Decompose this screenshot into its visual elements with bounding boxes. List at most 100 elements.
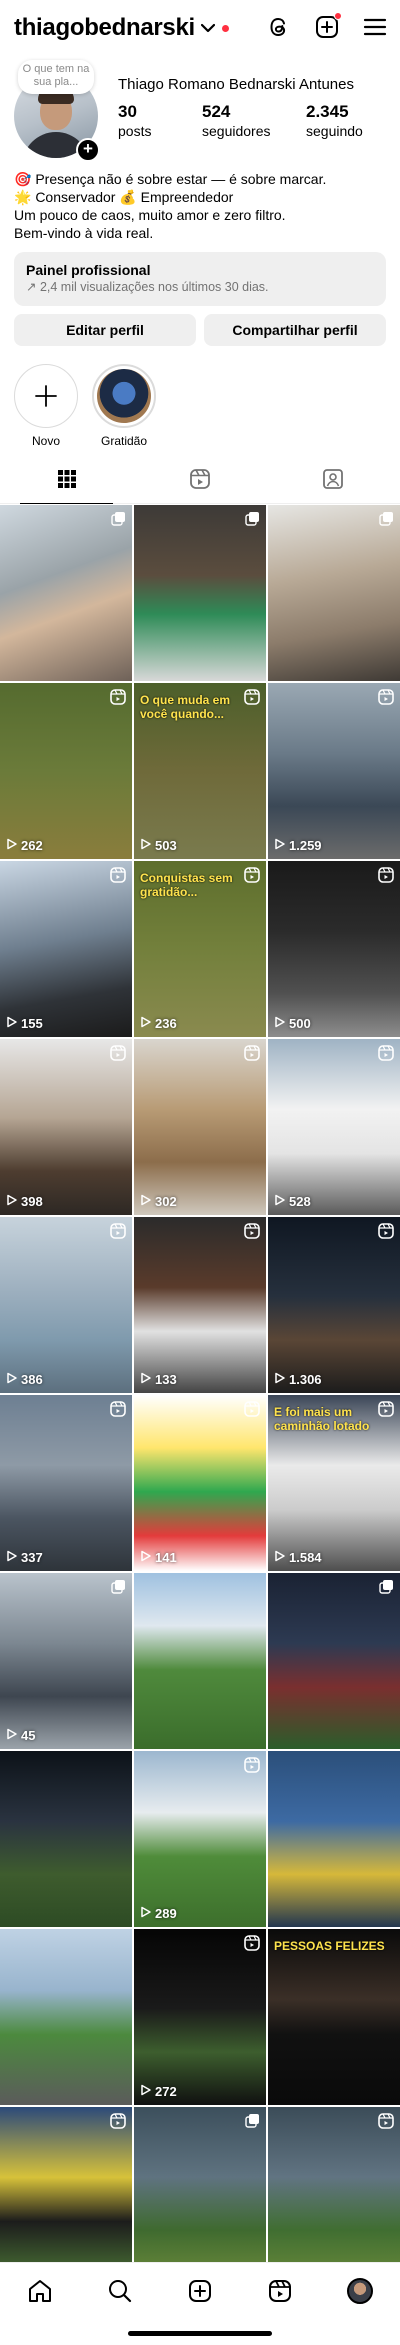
tab-posts-grid[interactable] (0, 460, 133, 504)
post-thumbnail[interactable]: 398 (0, 1039, 132, 1215)
post-thumbnail[interactable]: 302 (134, 1039, 266, 1215)
view-count: 528 (274, 1194, 311, 1209)
view-count: 141 (140, 1550, 177, 1565)
share-profile-button[interactable]: Compartilhar perfil (204, 314, 386, 346)
post-thumbnail[interactable]: 45 (0, 1573, 132, 1749)
post-thumbnail[interactable]: 337 (0, 1395, 132, 1571)
view-count-value: 386 (21, 1372, 43, 1387)
professional-dashboard[interactable]: Painel profissional ↗ 2,4 mil visualizaç… (14, 252, 386, 306)
view-count: 262 (6, 838, 43, 853)
post-thumbnail[interactable]: PESSOAS FELIZES (268, 1929, 400, 2105)
reel-icon (378, 2113, 394, 2129)
view-count: 236 (140, 1016, 177, 1031)
view-count-value: 133 (155, 1372, 177, 1387)
carousel-icon (379, 511, 394, 526)
reel-icon (378, 1223, 394, 1239)
stat-value: 524 (202, 102, 231, 121)
tab-reels[interactable] (133, 460, 266, 503)
post-thumbnail[interactable] (134, 505, 266, 681)
play-icon (274, 1550, 286, 1565)
post-thumbnail[interactable]: 1.259 (268, 683, 400, 859)
view-count-value: 262 (21, 838, 43, 853)
view-count-value: 500 (289, 1016, 311, 1031)
reel-icon (378, 1401, 394, 1417)
stat-posts[interactable]: 30 posts (118, 102, 202, 140)
reel-icon (244, 1935, 260, 1951)
reel-icon (244, 867, 260, 883)
post-thumbnail[interactable] (134, 1573, 266, 1749)
play-icon (140, 1016, 152, 1031)
account-username[interactable]: thiagobednarski (14, 14, 195, 42)
notification-dot (221, 24, 229, 32)
post-thumbnail[interactable] (268, 1573, 400, 1749)
post-thumbnail[interactable]: 1.306 (268, 1217, 400, 1393)
stat-value: 2.345 (306, 102, 349, 121)
search-icon[interactable] (107, 2278, 133, 2304)
play-icon (6, 1728, 18, 1743)
reels-nav-icon[interactable] (267, 2278, 293, 2304)
view-count: 398 (6, 1194, 43, 1209)
carousel-icon (111, 511, 126, 526)
highlight-new[interactable]: Novo (14, 364, 78, 448)
post-thumbnail[interactable]: Conquistas sem gratidão... 236 (134, 861, 266, 1037)
post-thumbnail[interactable]: 155 (0, 861, 132, 1037)
add-story-icon[interactable]: + (76, 138, 100, 162)
threads-icon[interactable] (266, 14, 292, 40)
play-icon (140, 2084, 152, 2099)
bottom-nav (0, 2262, 400, 2318)
post-thumbnail[interactable]: 289 (134, 1751, 266, 1927)
posts-grid: 262 O que muda em você quando... 503 1.259 1… (0, 505, 400, 2283)
create-icon[interactable] (314, 12, 342, 40)
view-count: 133 (140, 1372, 177, 1387)
menu-icon[interactable] (362, 14, 388, 40)
profile-nav-avatar[interactable] (347, 2277, 373, 2304)
post-thumbnail[interactable] (268, 505, 400, 681)
profile-stats: 30 posts 524 seguidores 2.345 seguindo (118, 102, 390, 140)
view-count: 386 (6, 1372, 43, 1387)
post-thumbnail[interactable]: O que muda em você quando... 503 (134, 683, 266, 859)
post-thumbnail[interactable] (0, 1751, 132, 1927)
view-count: 289 (140, 1906, 177, 1921)
edit-profile-button[interactable]: Editar perfil (14, 314, 196, 346)
note-bubble[interactable]: O que tem na sua pla... (18, 60, 94, 94)
reel-icon (244, 1045, 260, 1061)
home-indicator (128, 2331, 272, 2336)
stat-followers[interactable]: 524 seguidores (202, 102, 306, 140)
post-thumbnail[interactable] (134, 2107, 266, 2283)
post-thumbnail[interactable] (268, 2107, 400, 2283)
post-thumbnail[interactable]: 262 (0, 683, 132, 859)
post-thumbnail[interactable]: 528 (268, 1039, 400, 1215)
stat-following[interactable]: 2.345 seguindo (306, 102, 390, 140)
reel-icon (110, 1223, 126, 1239)
view-count: 1.584 (274, 1550, 322, 1565)
post-thumbnail[interactable]: 141 (134, 1395, 266, 1571)
tab-tagged[interactable] (267, 460, 400, 503)
post-thumbnail[interactable]: 500 (268, 861, 400, 1037)
reel-icon (244, 1401, 260, 1417)
chevron-down-icon[interactable] (200, 20, 217, 36)
view-count-value: 503 (155, 838, 177, 853)
post-thumbnail[interactable] (0, 505, 132, 681)
create-post-icon[interactable] (187, 2278, 213, 2304)
view-count-value: 141 (155, 1550, 177, 1565)
reel-icon (244, 1223, 260, 1239)
reel-icon (244, 1757, 260, 1773)
post-thumbnail[interactable]: 386 (0, 1217, 132, 1393)
view-count-value: 289 (155, 1906, 177, 1921)
highlight-cover (92, 364, 156, 428)
highlight-gratidao[interactable]: Gratidão (92, 364, 156, 448)
bio-line: 🎯 Presença não é sobre estar — é sobre m… (14, 171, 327, 187)
view-count: 1.306 (274, 1372, 322, 1387)
post-thumbnail[interactable] (0, 2107, 132, 2283)
post-thumbnail[interactable] (0, 1929, 132, 2105)
reels-icon (189, 468, 211, 495)
play-icon (274, 1194, 286, 1209)
post-thumbnail[interactable]: 272 (134, 1929, 266, 2105)
reel-icon (244, 689, 260, 705)
view-count: 155 (6, 1016, 43, 1031)
post-thumbnail[interactable] (268, 1751, 400, 1927)
home-icon[interactable] (27, 2278, 53, 2304)
play-icon (274, 1016, 286, 1031)
post-thumbnail[interactable]: 133 (134, 1217, 266, 1393)
post-thumbnail[interactable]: E foi mais um caminhão lotado 1.584 (268, 1395, 400, 1571)
